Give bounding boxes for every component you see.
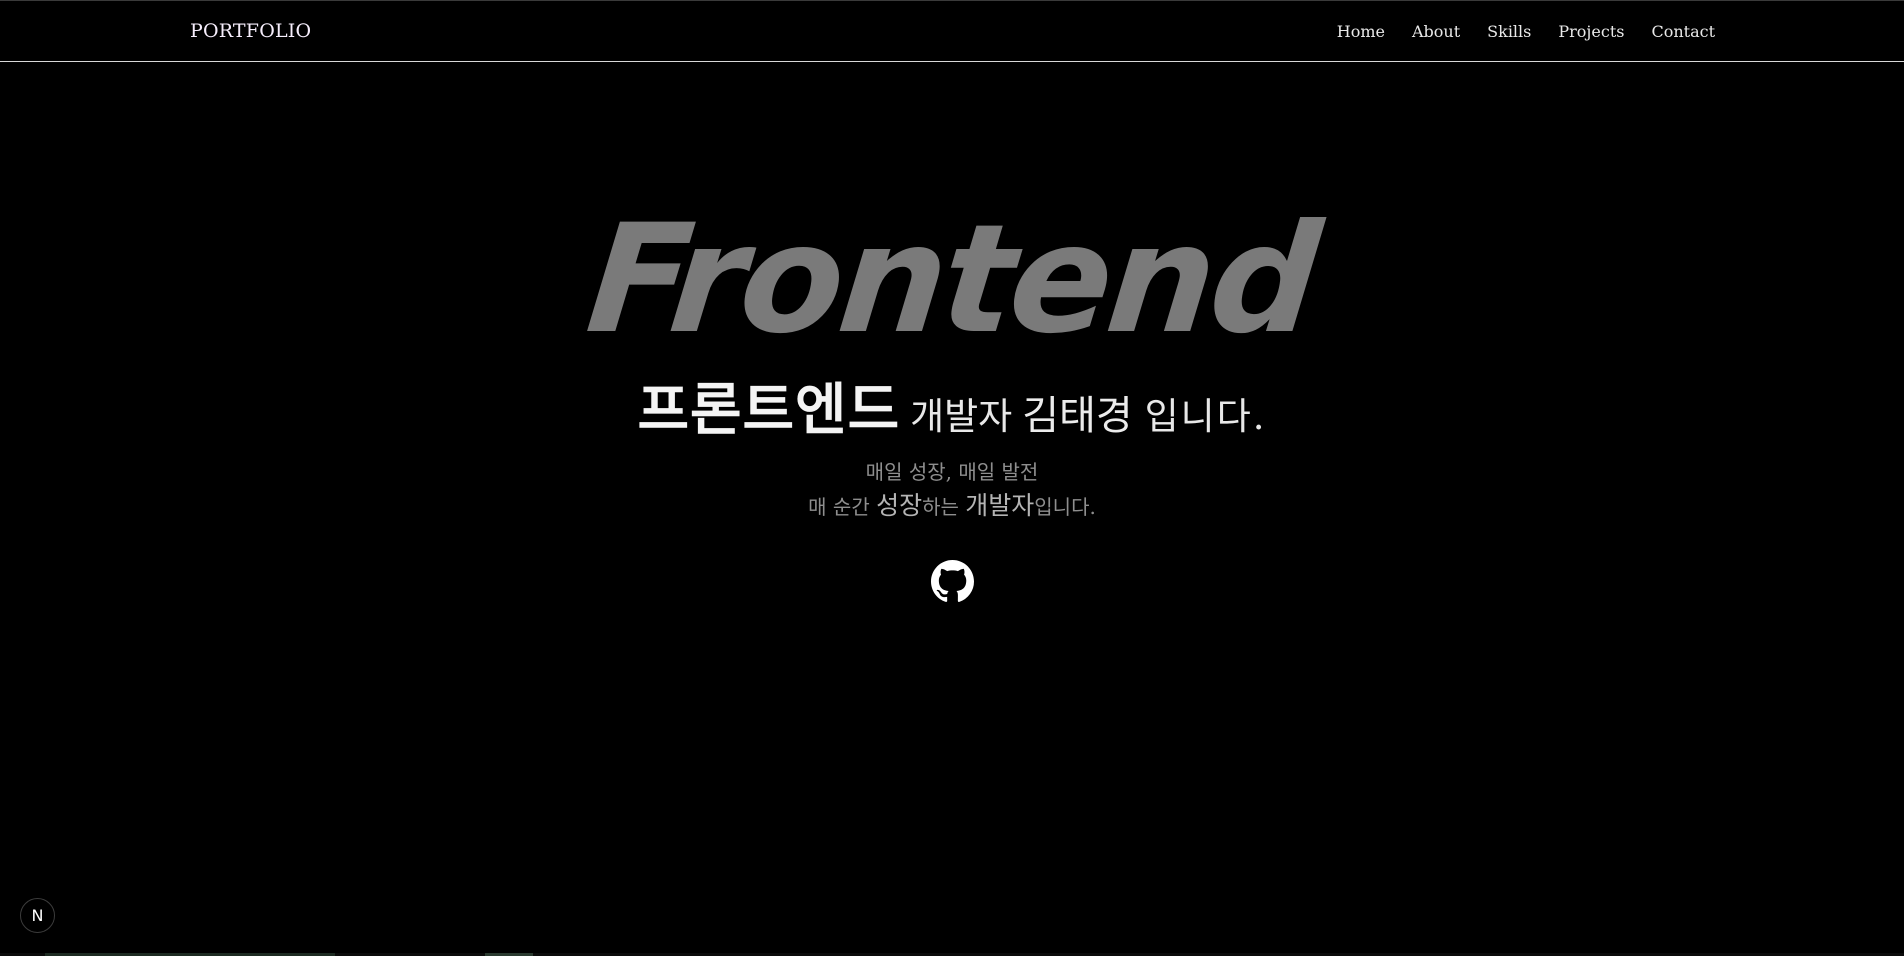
hero-subtitle-1: 매일 성장, 매일 발전 bbox=[865, 460, 1039, 484]
top-navbar: PORTFOLIO Home About Skills Projects Con… bbox=[0, 0, 1904, 62]
nav-home[interactable]: Home bbox=[1337, 22, 1385, 41]
sub2-part-a: 매 순간 bbox=[808, 495, 877, 519]
dev-tools-badge[interactable]: N bbox=[20, 898, 55, 933]
headline-name: 김태경 bbox=[1022, 393, 1133, 439]
nav-about[interactable]: About bbox=[1412, 22, 1460, 41]
sub2-developer: 개발자 bbox=[965, 491, 1035, 520]
hero-headline: 프론트엔드 개발자 김태경 입니다. bbox=[0, 365, 1904, 446]
hero-big-word: Frontend bbox=[580, 193, 1324, 367]
github-icon-svg bbox=[931, 560, 974, 602]
hero-subtitle-2: 매 순간 성장하는 개발자입니다. bbox=[0, 486, 1904, 522]
headline-developer: 개발자 bbox=[910, 395, 1013, 438]
main-nav: Home About Skills Projects Contact bbox=[1310, 22, 1715, 41]
nav-contact[interactable]: Contact bbox=[1651, 22, 1715, 41]
github-icon[interactable] bbox=[931, 560, 974, 603]
headline-suffix: 입니다. bbox=[1144, 395, 1267, 438]
sub2-part-c: 하는 bbox=[922, 495, 966, 519]
sub2-part-e: 입니다. bbox=[1034, 495, 1096, 519]
headline-role: 프론트엔드 bbox=[637, 377, 901, 443]
sub2-growth: 성장 bbox=[876, 491, 923, 520]
nav-projects[interactable]: Projects bbox=[1558, 22, 1624, 41]
brand-logo[interactable]: PORTFOLIO bbox=[190, 20, 311, 42]
nav-skills[interactable]: Skills bbox=[1487, 22, 1531, 41]
